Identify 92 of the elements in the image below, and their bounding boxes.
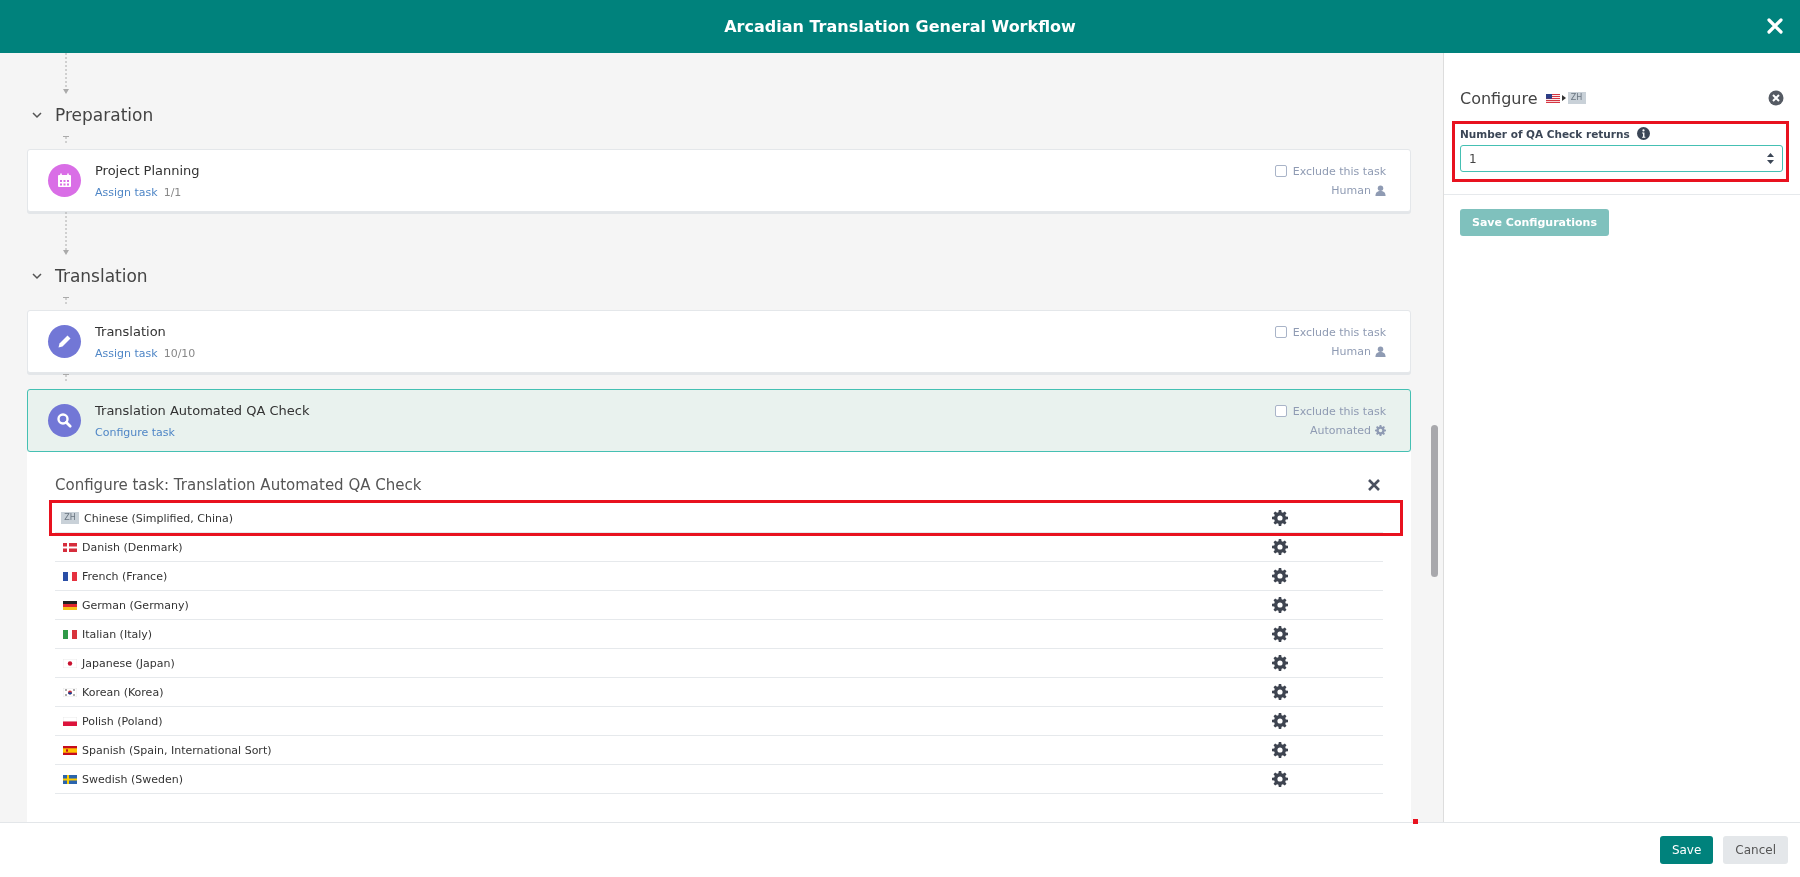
settings-button[interactable] (1272, 597, 1288, 613)
section-title: Preparation (55, 105, 154, 125)
flag-icon (63, 687, 77, 697)
settings-icon (1272, 713, 1288, 729)
settings-button[interactable] (1272, 742, 1288, 758)
arrow-right-icon (1561, 95, 1566, 101)
language-name: German (Germany) (82, 598, 190, 612)
close-button[interactable] (1367, 478, 1381, 492)
flag-icon (63, 716, 77, 726)
collapse-toggle[interactable] (31, 270, 43, 282)
checkbox-label: Exclude this task (1292, 404, 1386, 418)
task-link[interactable]: Assign task (95, 346, 158, 360)
checkbox-label: Exclude this task (1292, 164, 1386, 178)
checkbox[interactable] (1274, 165, 1287, 177)
scrollbar-thumb[interactable] (1431, 425, 1438, 577)
panel-title: Configure task: Translation Automated QA Check (55, 476, 422, 494)
connector-arrow (62, 297, 70, 305)
settings-button[interactable] (1272, 655, 1288, 671)
language-name: Chinese (Simplified, China) (84, 511, 234, 525)
window-title: Arcadian Translation General Workflow (724, 17, 1076, 36)
close-icon (1367, 478, 1381, 492)
connector-arrow (62, 136, 70, 144)
task-type: Human (1331, 344, 1371, 358)
flag-icon (1545, 93, 1560, 103)
flag-icon (63, 600, 77, 610)
settings-icon (1272, 684, 1288, 700)
task-card[interactable]: Translation Automated QA Check Configure task Exclude this task Automated (27, 389, 1411, 452)
task-type: Human (1331, 183, 1371, 197)
panel-title: Configure (1460, 88, 1538, 108)
settings-icon (1272, 626, 1288, 642)
flag-icon (63, 774, 77, 784)
connector-arrow (62, 374, 70, 384)
language-name: Japanese (Japan) (82, 656, 176, 670)
flag-icon (63, 542, 77, 552)
person-icon (1375, 345, 1386, 357)
assignment-count: 10/10 (163, 346, 196, 360)
language-name: Spanish (Spain, International Sort) (82, 743, 273, 757)
flag-icon (63, 745, 77, 755)
language-name: Korean (Korea) (82, 685, 165, 699)
collapse-toggle[interactable] (31, 109, 43, 121)
settings-button[interactable] (1272, 684, 1288, 700)
language-code-badge: ZH (61, 512, 79, 524)
checkbox-label: Exclude this task (1292, 325, 1386, 339)
save-button[interactable]: Save (1659, 836, 1714, 864)
connector-arrow (63, 212, 69, 255)
field-label: Number of QA Check returns (1460, 127, 1630, 140)
language-name: French (France) (82, 569, 169, 583)
settings-icon (1272, 771, 1288, 787)
settings-button[interactable] (1272, 771, 1288, 787)
info-icon (1636, 127, 1650, 140)
checkbox[interactable] (1274, 405, 1287, 417)
language-name: Italian (Italy) (82, 627, 154, 641)
settings-button[interactable] (1272, 713, 1288, 729)
task-title: Project Planning (95, 162, 201, 178)
number-field[interactable]: 1 (1460, 145, 1783, 172)
settings-icon (1272, 539, 1288, 555)
settings-button[interactable] (1272, 568, 1288, 584)
task-title: Translation (95, 323, 167, 339)
language-name: Danish (Denmark) (82, 540, 184, 554)
flag-icon (63, 658, 77, 668)
flag-icon (63, 629, 77, 639)
spinner-icon (1766, 152, 1775, 165)
language-code-badge: ZH (1567, 92, 1586, 104)
task-type: Automated (1309, 423, 1371, 437)
settings-icon (1272, 742, 1288, 758)
gear-icon (1375, 424, 1386, 436)
assignment-count: 1/1 (163, 185, 182, 199)
settings-icon (1272, 597, 1288, 613)
cancel-button[interactable]: Cancel (1723, 836, 1788, 864)
task-link[interactable]: Configure task (95, 425, 175, 439)
language-name: Polish (Poland) (82, 714, 164, 728)
task-card[interactable]: Project Planning Assign task 1/1 Exclude this task Human (27, 149, 1411, 212)
task-title: Translation Automated QA Check (95, 402, 311, 418)
settings-button[interactable] (1272, 539, 1288, 555)
task-card[interactable]: Translation Assign task 10/10 Exclude this task Human (27, 310, 1411, 373)
section-title: Translation (55, 266, 148, 286)
settings-button[interactable] (1272, 510, 1288, 526)
flag-icon (63, 571, 77, 581)
settings-icon (1272, 568, 1288, 584)
close-button[interactable] (1768, 90, 1784, 106)
language-name: Swedish (Sweden) (82, 772, 185, 786)
task-link[interactable]: Assign task (95, 185, 158, 199)
close-icon (1768, 90, 1784, 106)
settings-icon (1272, 510, 1288, 526)
person-icon (1375, 184, 1386, 196)
settings-icon (1272, 655, 1288, 671)
checkbox[interactable] (1274, 326, 1287, 338)
close-icon (1766, 17, 1784, 35)
chevron-down-icon (31, 270, 43, 282)
chevron-down-icon (31, 109, 43, 121)
connector-arrow (63, 53, 69, 94)
settings-button[interactable] (1272, 626, 1288, 642)
